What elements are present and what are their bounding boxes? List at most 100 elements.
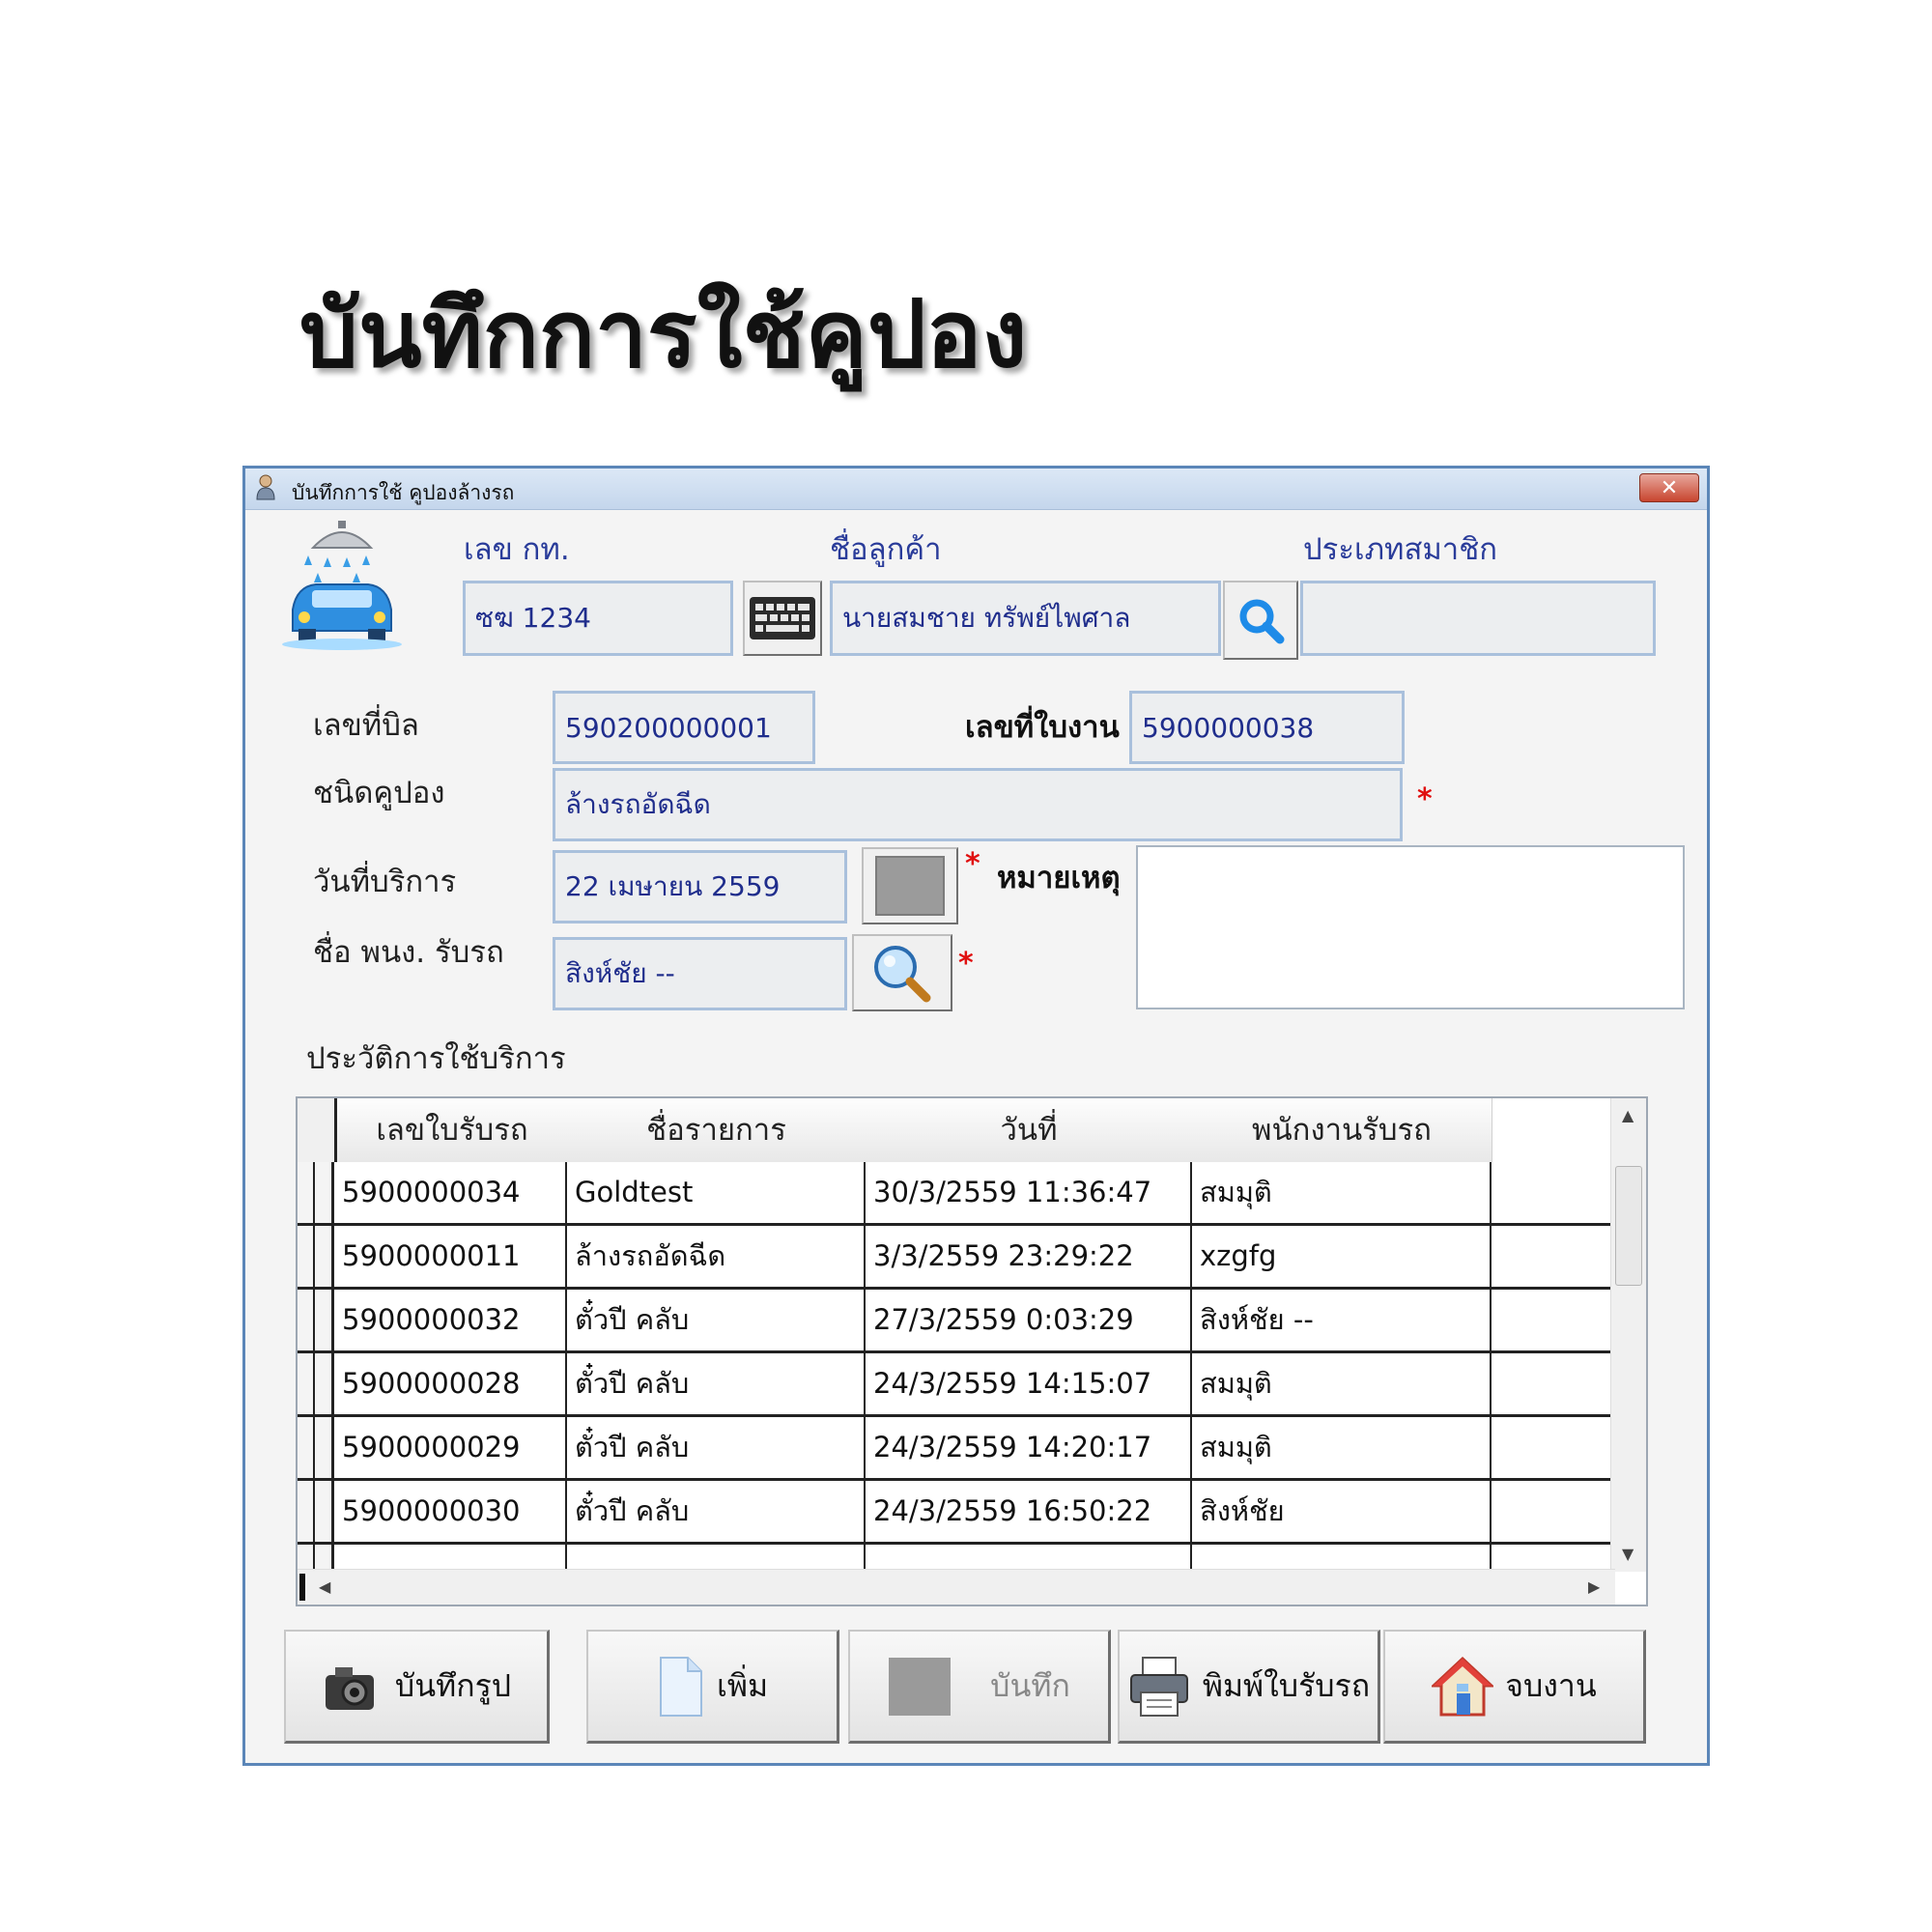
document-icon bbox=[659, 1656, 702, 1717]
column-header[interactable]: วันที่ bbox=[866, 1098, 1193, 1162]
job-no-cell: 5900000032 bbox=[334, 1290, 567, 1350]
date-cell: 24/3/2559 16:50:22 bbox=[866, 1481, 1192, 1542]
save-photo-button[interactable]: บันทึกรูป bbox=[284, 1630, 550, 1744]
receiver-label: ชื่อ พนง. รับรถ bbox=[313, 935, 504, 970]
staff-cell: สมมุติ bbox=[1192, 1353, 1492, 1414]
job-no-label: เลขที่ใบงาน bbox=[965, 710, 1120, 745]
row-header[interactable] bbox=[298, 1162, 334, 1223]
keyboard-icon bbox=[750, 597, 815, 639]
job-no-cell: 5900000029 bbox=[334, 1417, 567, 1478]
scroll-thumb[interactable] bbox=[1615, 1166, 1642, 1286]
staff-cell: สมมุติ bbox=[1192, 1417, 1492, 1478]
history-grid[interactable]: เลขใบรับรถ ชื่อรายการ วันที่ พนักงานรับร… bbox=[296, 1096, 1648, 1606]
search-staff-button[interactable] bbox=[852, 934, 952, 1011]
coupon-type-field[interactable]: ล้างรถอัดฉีด bbox=[553, 768, 1403, 841]
search-customer-button[interactable] bbox=[1223, 581, 1298, 660]
column-header[interactable]: ชื่อรายการ bbox=[567, 1098, 867, 1162]
required-mark: * bbox=[965, 847, 980, 881]
staff-cell: สมมุติ bbox=[1192, 1162, 1492, 1223]
finish-button[interactable]: จบงาน bbox=[1383, 1630, 1646, 1744]
item-name-cell: ตั๋วปี คลับ bbox=[567, 1353, 866, 1414]
camera-icon bbox=[325, 1666, 374, 1710]
scroll-right-icon[interactable]: ▶ bbox=[1588, 1577, 1600, 1596]
table-row[interactable]: 5900000030 ตั๋วปี คลับ 24/3/2559 16:50:2… bbox=[298, 1481, 1613, 1545]
member-type-field[interactable] bbox=[1300, 581, 1656, 656]
staff-cell: xzgfg bbox=[1192, 1226, 1492, 1287]
scroll-left-icon[interactable]: ◀ bbox=[319, 1577, 330, 1596]
user-icon bbox=[256, 474, 275, 500]
history-title: ประวัติการใช้บริการ bbox=[306, 1041, 566, 1076]
horizontal-scrollbar[interactable]: ◀ ▶ bbox=[298, 1569, 1615, 1605]
row-indicator bbox=[299, 1574, 305, 1601]
save-icon bbox=[889, 1657, 952, 1716]
add-label: เพิ่ม bbox=[716, 1667, 769, 1704]
date-cell: 3/3/2559 23:29:22 bbox=[866, 1226, 1192, 1287]
receiver-field[interactable]: สิงห์ชัย -- bbox=[553, 937, 847, 1010]
member-type-label: ประเภทสมาชิก bbox=[1303, 532, 1498, 567]
row-header[interactable] bbox=[298, 1353, 334, 1414]
save-button[interactable]: บันทึก bbox=[848, 1630, 1111, 1744]
remark-label: หมายเหตุ bbox=[997, 861, 1121, 895]
item-name-cell: ตั๋วปี คลับ bbox=[567, 1290, 866, 1350]
column-header[interactable]: เลขใบรับรถ bbox=[337, 1098, 568, 1162]
scroll-up-icon[interactable]: ▲ bbox=[1622, 1106, 1634, 1124]
row-header[interactable] bbox=[298, 1417, 334, 1478]
item-name-cell: ล้างรถอัดฉีด bbox=[567, 1226, 866, 1287]
printer-icon bbox=[1129, 1656, 1188, 1717]
table-row[interactable]: 5900000028 ตั๋วปี คลับ 24/3/2559 14:15:0… bbox=[298, 1353, 1613, 1417]
service-date-field[interactable]: 22 เมษายน 2559 bbox=[553, 850, 847, 923]
scroll-down-icon[interactable]: ▼ bbox=[1622, 1545, 1634, 1563]
plate-field[interactable]: ซฆ 1234 bbox=[463, 581, 733, 656]
table-row[interactable]: 5900000011 ล้างรถอัดฉีด 3/3/2559 23:29:2… bbox=[298, 1226, 1613, 1290]
calendar-button[interactable] bbox=[862, 847, 958, 924]
home-icon bbox=[1432, 1656, 1494, 1716]
remark-field[interactable] bbox=[1136, 845, 1685, 1009]
add-button[interactable]: เพิ่ม bbox=[586, 1630, 839, 1744]
close-button[interactable]: ✕ bbox=[1639, 473, 1699, 502]
coupon-type-label: ชนิดคูปอง bbox=[313, 776, 445, 810]
customer-label: ชื่อลูกค้า bbox=[830, 532, 942, 567]
save-label: บันทึก bbox=[990, 1667, 1070, 1704]
coupon-window: บันทึกการใช้ คูปองล้างรถ ✕ เลข กท. ซฆ 12… bbox=[242, 466, 1710, 1766]
grid-corner bbox=[298, 1098, 337, 1162]
print-button[interactable]: พิมพ์ใบรับรถ bbox=[1118, 1630, 1380, 1744]
table-row[interactable]: 5900000032 ตั๋วปี คลับ 27/3/2559 0:03:29… bbox=[298, 1290, 1613, 1353]
table-row[interactable]: 5900000029 ตั๋วปี คลับ 24/3/2559 14:20:1… bbox=[298, 1417, 1613, 1481]
row-header[interactable] bbox=[298, 1226, 334, 1287]
required-mark: * bbox=[1417, 782, 1433, 816]
job-no-field[interactable]: 5900000038 bbox=[1129, 691, 1405, 764]
row-header[interactable] bbox=[298, 1290, 334, 1350]
print-label: พิมพ์ใบรับรถ bbox=[1202, 1667, 1371, 1704]
save-photo-label: บันทึกรูป bbox=[394, 1667, 512, 1704]
magnifier-icon bbox=[874, 946, 931, 1003]
date-cell: 24/3/2559 14:20:17 bbox=[866, 1417, 1192, 1478]
vertical-scrollbar[interactable]: ▲ ▼ bbox=[1610, 1098, 1646, 1572]
carwash-icon bbox=[282, 521, 402, 650]
service-date-label: วันที่บริการ bbox=[313, 865, 457, 899]
customer-field[interactable]: นายสมชาย ทรัพย์ไพศาล bbox=[830, 581, 1221, 656]
bill-no-field[interactable]: 590200000001 bbox=[553, 691, 815, 764]
table-row[interactable]: 5900000034 Goldtest 30/3/2559 11:36:47 ส… bbox=[298, 1162, 1613, 1226]
plate-label: เลข กท. bbox=[464, 532, 570, 567]
column-header[interactable]: พนักงานรับรถ bbox=[1192, 1098, 1492, 1162]
required-mark: * bbox=[958, 947, 974, 980]
job-no-cell: 5900000034 bbox=[334, 1162, 567, 1223]
job-no-cell: 5900000028 bbox=[334, 1353, 567, 1414]
window-titlebar[interactable]: บันทึกการใช้ คูปองล้างรถ ✕ bbox=[245, 469, 1707, 510]
page-heading: บันทึกการใช้คูปอง bbox=[299, 280, 1028, 388]
date-cell: 30/3/2559 11:36:47 bbox=[866, 1162, 1192, 1223]
staff-cell: สิงห์ชัย -- bbox=[1192, 1290, 1492, 1350]
row-header[interactable] bbox=[298, 1481, 334, 1542]
item-name-cell: Goldtest bbox=[567, 1162, 866, 1223]
keyboard-button[interactable] bbox=[743, 581, 822, 656]
date-cell: 24/3/2559 14:15:07 bbox=[866, 1353, 1192, 1414]
job-no-cell: 5900000011 bbox=[334, 1226, 567, 1287]
staff-cell: สิงห์ชัย bbox=[1192, 1481, 1492, 1542]
finish-label: จบงาน bbox=[1505, 1667, 1597, 1704]
item-name-cell: ตั๋วปี คลับ bbox=[567, 1481, 866, 1542]
job-no-cell: 5900000030 bbox=[334, 1481, 567, 1542]
calendar-icon bbox=[875, 856, 945, 916]
search-icon bbox=[1239, 599, 1285, 644]
date-cell: 27/3/2559 0:03:29 bbox=[866, 1290, 1192, 1350]
window-title: บันทึกการใช้ คูปองล้างรถ bbox=[292, 481, 515, 504]
